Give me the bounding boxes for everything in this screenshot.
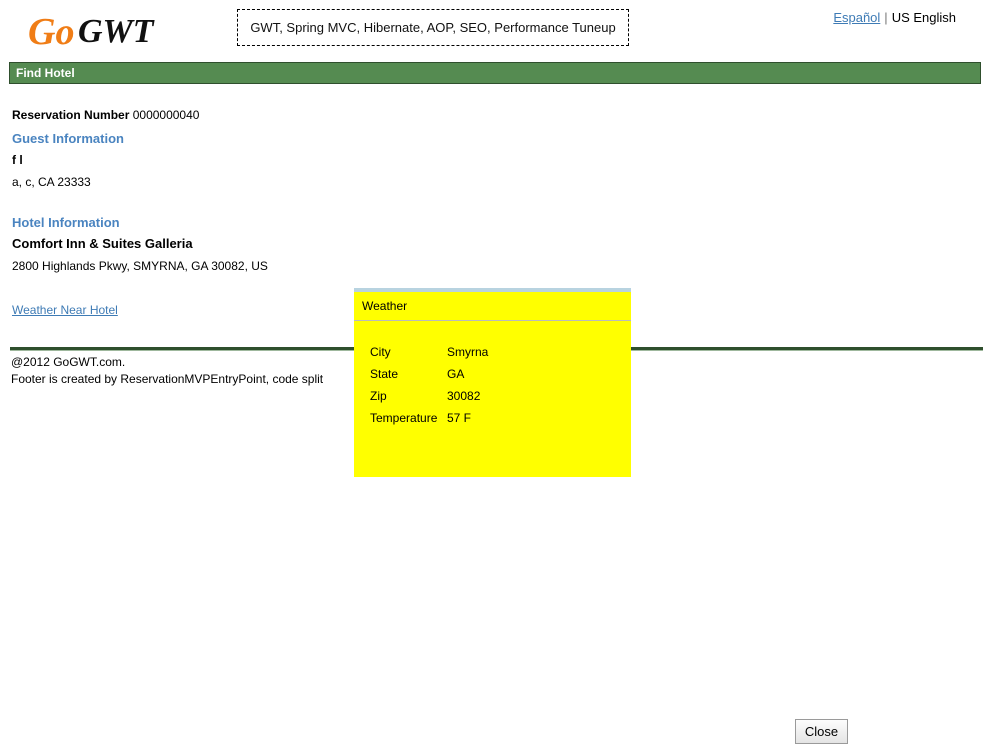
footer-note: Footer is created by ReservationMVPEntry… — [11, 372, 324, 386]
reservation-number-value: 0000000040 — [132, 108, 200, 122]
tagline-box: GWT, Spring MVC, Hibernate, AOP, SEO, Pe… — [237, 9, 629, 46]
language-espanol-link[interactable]: Español — [833, 10, 880, 25]
weather-city-label: City — [370, 345, 391, 359]
reservation-number-row: Reservation Number 0000000040 — [12, 108, 199, 122]
language-switcher: Español | US English — [833, 10, 956, 25]
weather-popup-caption[interactable]: Weather — [354, 292, 631, 321]
weather-row-zip: Zip 30082 — [368, 385, 490, 407]
language-english: US English — [891, 10, 956, 25]
weather-row-state: State GA — [368, 363, 490, 385]
weather-popup: Weather City Smyrna State GA Zip 30082 T… — [354, 288, 848, 744]
close-button[interactable]: Close — [795, 719, 848, 744]
weather-state-label: State — [370, 367, 399, 381]
weather-row-temperature: Temperature 57 F — [368, 407, 490, 429]
weather-city-value: Smyrna — [447, 345, 489, 359]
guest-address: a, c, CA 23333 — [12, 175, 91, 189]
weather-row-city: City Smyrna — [368, 341, 490, 363]
guest-information-title: Guest Information — [12, 131, 124, 146]
language-separator: | — [884, 10, 888, 25]
weather-near-hotel-link[interactable]: Weather Near Hotel — [12, 303, 118, 317]
weather-zip-value: 30082 — [447, 389, 481, 403]
weather-table: City Smyrna State GA Zip 30082 Temperatu… — [368, 341, 490, 429]
guest-name: f l — [12, 153, 23, 167]
svg-text:Go: Go — [28, 11, 74, 53]
gogwt-logo: Go GWT — [26, 8, 166, 54]
weather-temperature-label: Temperature — [370, 411, 438, 425]
svg-text:GWT: GWT — [78, 13, 155, 50]
weather-temperature-value: 57 F — [447, 411, 472, 425]
weather-zip-label: Zip — [370, 389, 387, 403]
find-hotel-header[interactable]: Find Hotel — [9, 62, 981, 84]
footer: @2012 GoGWT.com. Footer is created by Re… — [11, 354, 323, 388]
hotel-address: 2800 Highlands Pkwy, SMYRNA, GA 30082, U… — [12, 259, 268, 273]
footer-copyright: @2012 GoGWT.com. — [11, 355, 126, 369]
reservation-number-label: Reservation Number — [12, 108, 130, 122]
weather-state-value: GA — [447, 367, 465, 381]
find-hotel-title: Find Hotel — [16, 66, 75, 80]
tagline-text: GWT, Spring MVC, Hibernate, AOP, SEO, Pe… — [250, 20, 616, 35]
hotel-information-title: Hotel Information — [12, 215, 120, 230]
hotel-name: Comfort Inn & Suites Galleria — [12, 236, 193, 251]
